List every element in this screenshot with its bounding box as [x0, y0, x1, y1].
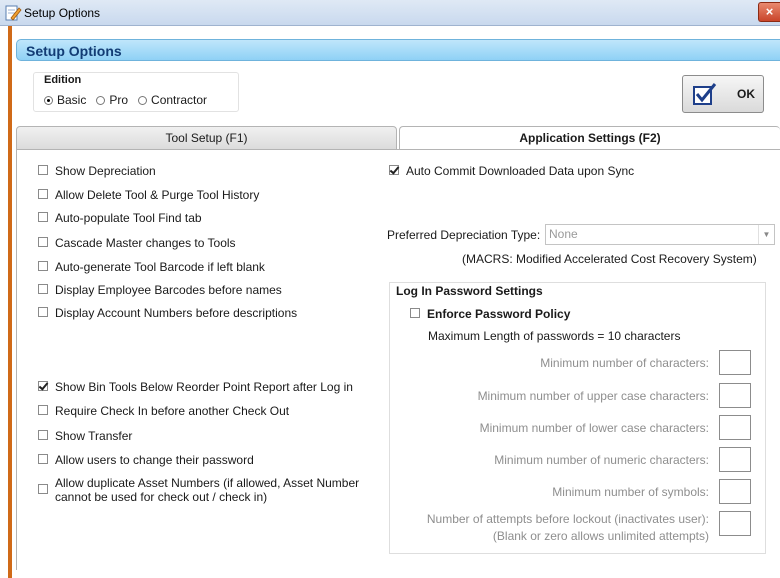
setup-pencil-icon	[5, 5, 22, 21]
depreciation-type-label: Preferred Depreciation Type:	[387, 228, 541, 242]
change-password-checkbox[interactable]: Allow users to change their password	[38, 453, 254, 467]
max-length-text: Maximum Length of passwords = 10 charact…	[428, 329, 681, 343]
checkbox-icon	[38, 261, 48, 271]
auto-generate-barcode-checkbox[interactable]: Auto-generate Tool Barcode if left blank	[38, 260, 265, 274]
checkbox-icon	[38, 430, 48, 440]
auto-commit-checkbox[interactable]: Auto Commit Downloaded Data upon Sync	[389, 164, 634, 178]
edition-radio-basic[interactable]: Basic	[44, 93, 86, 107]
checkbox-checked-icon	[38, 381, 48, 391]
allow-delete-tool-checkbox[interactable]: Allow Delete Tool & Purge Tool History	[38, 188, 259, 202]
depreciation-type-select[interactable]: None ▼	[545, 224, 775, 245]
dialog-header: Setup Options	[16, 39, 780, 61]
checkbox-icon	[38, 212, 48, 222]
show-depreciation-checkbox[interactable]: Show Depreciation	[38, 164, 156, 178]
password-settings-group: Log In Password Settings Enforce Passwor…	[389, 282, 766, 554]
checkbox-checked-icon	[389, 165, 399, 175]
tab-application-settings[interactable]: Application Settings (F2)	[399, 126, 780, 150]
checkbox-icon	[38, 405, 48, 415]
auto-populate-find-checkbox[interactable]: Auto-populate Tool Find tab	[38, 211, 202, 225]
min-characters-row: Minimum number of characters:	[540, 350, 751, 375]
lockout-attempts-input[interactable]	[719, 510, 751, 536]
frame-left-edge	[8, 26, 12, 578]
employee-barcodes-checkbox[interactable]: Display Employee Barcodes before names	[38, 283, 282, 297]
dialog-title: Setup Options	[26, 43, 122, 59]
lockout-attempts-row: Number of attempts before lockout (inact…	[427, 510, 751, 545]
radio-empty-icon	[96, 95, 106, 105]
checkbox-icon	[38, 454, 48, 464]
edition-radio-contractor[interactable]: Contractor	[138, 93, 207, 107]
checkbox-icon	[38, 165, 48, 175]
min-lower-input[interactable]	[719, 415, 751, 440]
edition-radio-pro[interactable]: Pro	[96, 93, 128, 107]
cascade-master-checkbox[interactable]: Cascade Master changes to Tools	[38, 236, 236, 250]
checkbox-icon	[38, 484, 48, 494]
ok-label: OK	[737, 87, 755, 101]
min-numeric-row: Minimum number of numeric characters:	[494, 447, 751, 472]
min-symbols-input[interactable]	[719, 479, 751, 504]
min-upper-row: Minimum number of upper case characters:	[478, 383, 751, 408]
title-bar: Setup Options ×	[0, 0, 780, 26]
checkmark-icon	[693, 83, 717, 105]
account-numbers-checkbox[interactable]: Display Account Numbers before descripti…	[38, 306, 297, 320]
tab-tool-setup[interactable]: Tool Setup (F1)	[16, 126, 397, 150]
edition-legend: Edition	[44, 74, 82, 86]
macrs-note: (MACRS: Modified Accelerated Cost Recove…	[462, 252, 757, 266]
radio-selected-icon	[44, 95, 53, 105]
duplicate-asset-numbers-checkbox[interactable]: Allow duplicate Asset Numbers (if allowe…	[38, 476, 359, 504]
tab-strip: Tool Setup (F1) Application Settings (F2…	[16, 126, 780, 150]
checkbox-icon	[38, 189, 48, 199]
min-characters-input[interactable]	[719, 350, 751, 375]
bin-tools-report-checkbox[interactable]: Show Bin Tools Below Reorder Point Repor…	[38, 380, 353, 394]
min-lower-row: Minimum number of lower case characters:	[480, 415, 751, 440]
require-check-in-checkbox[interactable]: Require Check In before another Check Ou…	[38, 404, 289, 418]
enforce-password-policy-checkbox[interactable]: Enforce Password Policy	[410, 307, 570, 321]
min-upper-input[interactable]	[719, 383, 751, 408]
ok-button[interactable]: OK	[682, 75, 764, 113]
checkbox-icon	[38, 284, 48, 294]
min-numeric-input[interactable]	[719, 447, 751, 472]
show-transfer-checkbox[interactable]: Show Transfer	[38, 429, 132, 443]
checkbox-icon	[38, 237, 48, 247]
password-settings-legend: Log In Password Settings	[396, 284, 543, 298]
checkbox-icon	[410, 308, 420, 318]
radio-empty-icon	[138, 95, 148, 105]
window-title: Setup Options	[24, 6, 101, 20]
edition-group: Edition Basic Pro Contractor	[33, 72, 239, 112]
chevron-down-icon: ▼	[758, 225, 774, 244]
window-close-button[interactable]: ×	[758, 2, 780, 22]
checkbox-icon	[38, 307, 48, 317]
min-symbols-row: Minimum number of symbols:	[552, 479, 751, 504]
